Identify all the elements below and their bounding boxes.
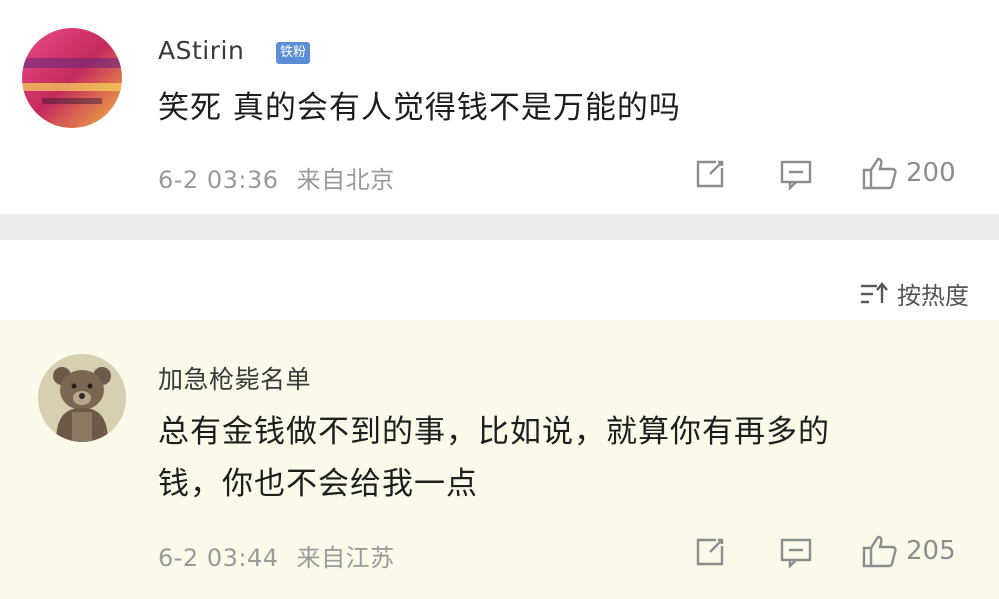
comment-text: 总有金钱做不到的事，比如说，就算你有再多的 钱，你也不会给我一点 (158, 406, 830, 510)
comment-text: 笑死 真的会有人觉得钱不是万能的吗 (158, 90, 681, 126)
comment-button[interactable] (780, 160, 812, 190)
like-icon (862, 535, 897, 568)
comment-button[interactable] (780, 538, 812, 568)
location: 来自北京 (296, 166, 395, 194)
share-icon (696, 160, 724, 188)
comment-icon (780, 160, 812, 190)
sort-icon (861, 281, 888, 303)
sort-by-hot-button[interactable]: 按热度 (859, 276, 969, 311)
comment-meta: 6-2 03:36 来自北京 (158, 160, 395, 195)
comment-1: AStirin 铁粉 笑死 真的会有人觉得钱不是万能的吗 6-2 03:36 来… (0, 0, 999, 214)
avatar-astirin[interactable] (22, 28, 122, 128)
like-count: 205 (906, 536, 956, 566)
avatar-bear[interactable] (38, 354, 126, 442)
fan-badge: 铁粉 (276, 42, 310, 64)
sort-bar: 按热度 (0, 240, 999, 320)
share-button[interactable] (694, 158, 726, 190)
sort-label: 按热度 (897, 282, 969, 310)
section-divider (0, 214, 999, 240)
timestamp: 6-2 03:36 (158, 166, 279, 194)
username[interactable]: AStirin (158, 36, 244, 65)
comment-meta: 6-2 03:44 来自江苏 (158, 538, 395, 573)
like-count: 200 (906, 158, 956, 188)
like-button[interactable]: 205 (862, 534, 956, 568)
share-icon (696, 538, 724, 566)
timestamp: 6-2 03:44 (158, 544, 279, 572)
comment-icon (780, 538, 812, 568)
comment-text-line-1: 总有金钱做不到的事，比如说，就算你有再多的 (158, 414, 830, 450)
comment-text-line-2: 钱，你也不会给我一点 (158, 466, 478, 502)
like-button[interactable]: 200 (862, 156, 956, 190)
share-button[interactable] (694, 536, 726, 568)
comment-2: 加急枪毙名单 总有金钱做不到的事，比如说，就算你有再多的 钱，你也不会给我一点 … (0, 320, 999, 599)
location: 来自江苏 (296, 544, 395, 572)
username[interactable]: 加急枪毙名单 (158, 360, 311, 396)
like-icon (862, 157, 897, 190)
